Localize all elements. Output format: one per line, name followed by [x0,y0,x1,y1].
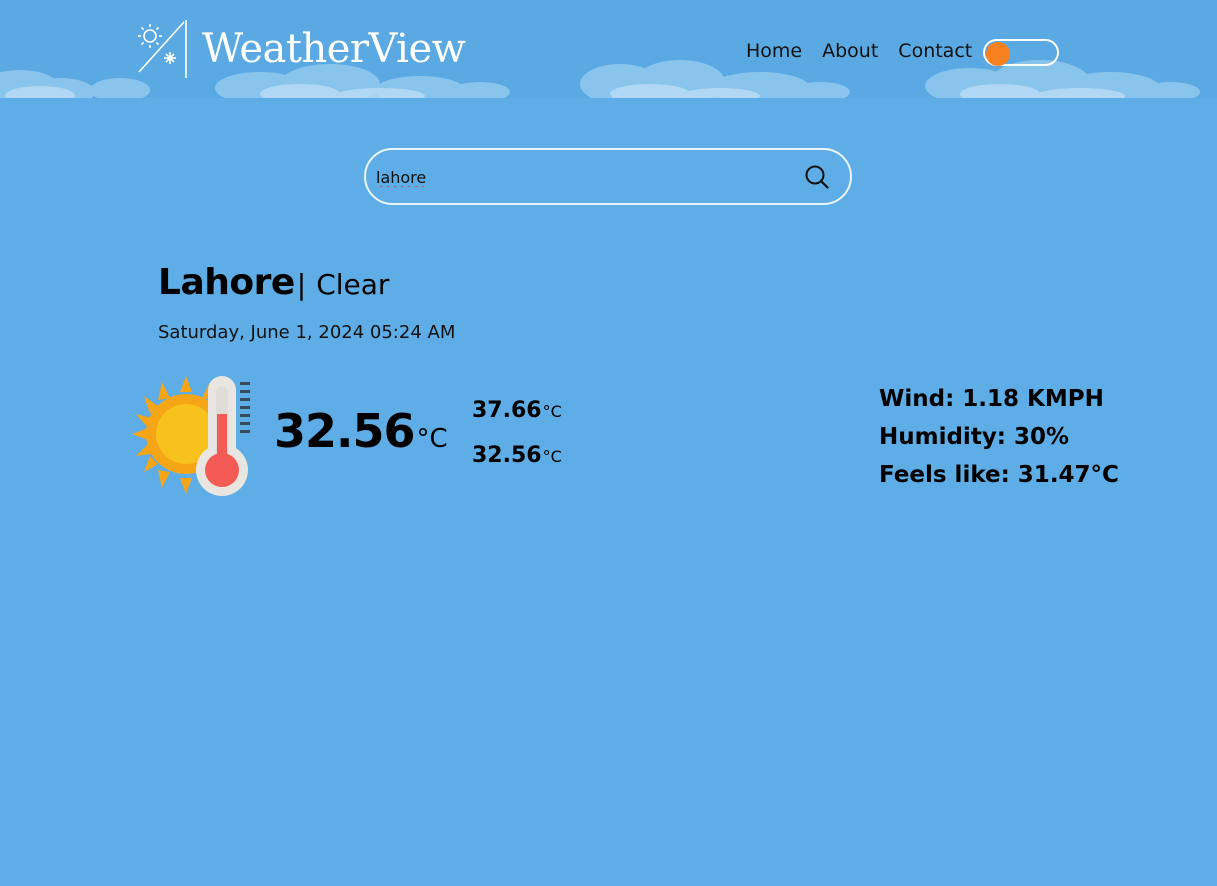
sun-thermometer-icon [132,376,250,496]
theme-toggle[interactable] [983,39,1059,66]
weather-details: Wind: 1.18 KMPH Humidity: 30% Feels like… [879,383,1119,497]
brand-name: WeatherView [202,26,466,72]
search-button[interactable] [800,162,834,192]
current-temperature: 32.56 °C [274,404,448,458]
feels-like-info: Feels like: 31.47°C [879,462,1119,488]
date-time: Saturday, June 1, 2024 05:24 AM [158,322,456,343]
temperature-value: 32.56 [274,404,416,458]
city-name: Lahore [158,262,295,303]
header: WeatherView Home About Contact [0,0,1217,98]
temperature-range: 37.66 °C 32.56 °C [472,398,562,488]
main-nav: Home About Contact [746,40,992,62]
city-heading: Lahore | Clear [158,262,389,303]
nav-contact-link[interactable]: Contact [898,40,972,62]
temp-min-row: 32.56 °C [472,443,562,488]
search-icon [805,165,829,189]
temp-min-value: 32.56 [472,443,542,468]
weather-logo-icon [138,20,187,78]
search-bar [364,148,852,205]
temp-min-unit: °C [542,447,562,466]
temp-max-value: 37.66 [472,398,542,423]
temp-max-unit: °C [542,402,562,421]
temperature-unit: °C [416,424,448,454]
logo[interactable]: WeatherView [136,18,466,80]
nav-about-link[interactable]: About [822,40,878,62]
weather-app: WeatherView Home About Contact Lahore | … [0,0,1217,886]
weather-condition: Clear [316,268,390,301]
nav-home-link[interactable]: Home [746,40,802,62]
toggle-knob [986,42,1010,66]
temp-max-row: 37.66 °C [472,398,562,443]
city-separator: | [296,268,307,301]
city-search-input[interactable] [376,164,776,190]
humidity-info: Humidity: 30% [879,424,1070,450]
wind-info: Wind: 1.18 KMPH [879,386,1104,412]
